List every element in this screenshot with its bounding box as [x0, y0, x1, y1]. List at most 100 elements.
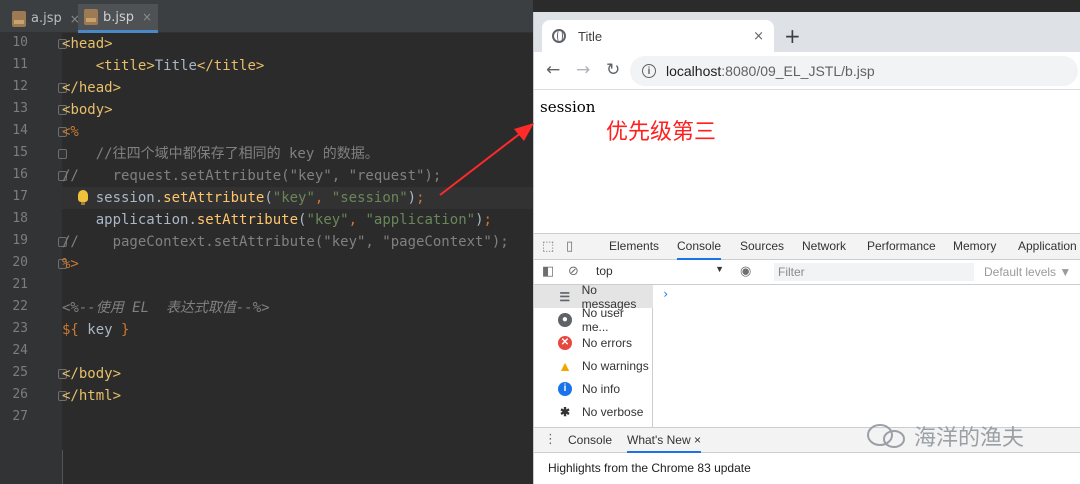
line-number: 27 [12, 409, 28, 424]
devtools-tab-bar: ⬚ ▯ Elements Console Sources Network Per… [534, 234, 1080, 260]
line-number: 25 [12, 365, 28, 380]
devtools-tab-sources[interactable]: Sources [740, 234, 784, 260]
browser-window: Title × + ← → ↻ i localhost:8080/09_EL_J… [533, 12, 1080, 484]
lightbulb-icon[interactable] [78, 190, 88, 205]
bug-icon: ✱ [559, 404, 571, 419]
watermark: 海洋的渔夫 [866, 420, 1024, 452]
code-line[interactable]: <head> [62, 33, 533, 55]
devtools-tab-console[interactable]: Console [677, 234, 722, 260]
code-line[interactable] [62, 407, 533, 429]
line-number: 21 [12, 277, 28, 292]
line-number: 23 [12, 321, 28, 336]
close-icon[interactable]: × [753, 29, 764, 44]
eye-icon[interactable]: ◉ [740, 264, 751, 279]
sidebar-item-verbose[interactable]: ✱ No verbose [534, 400, 653, 423]
filter-input[interactable]: Filter [774, 263, 974, 281]
line-number: 17 [12, 189, 28, 204]
page-output-text: session [540, 98, 596, 116]
browser-tab-title: Title [578, 28, 603, 44]
device-toolbar-icon[interactable]: ▯ [566, 239, 573, 254]
info-icon[interactable]: i [642, 64, 656, 78]
line-number: 24 [12, 343, 28, 358]
new-tab-button[interactable]: + [784, 24, 801, 48]
code-line[interactable]: // pageContext.setAttribute("key", "page… [62, 231, 533, 253]
browser-toolbar: ← → ↻ i localhost:8080/09_EL_JSTL/b.jsp [534, 52, 1080, 90]
info-icon: i [558, 381, 572, 396]
line-number: 20 [12, 255, 28, 270]
line-number: 11 [12, 57, 28, 72]
line-number: 18 [12, 211, 28, 226]
browser-tab-strip: Title × + [534, 12, 1080, 52]
code-line[interactable]: </head> [62, 77, 533, 99]
code-line[interactable] [62, 275, 533, 297]
code-editor: a.jsp × b.jsp × 10 11 12 13 14 15 16 17 … [0, 0, 533, 484]
sidebar-item-errors[interactable]: ✕ No errors [534, 331, 653, 354]
code-line[interactable]: ${ key } [62, 319, 533, 341]
code-line[interactable] [62, 341, 533, 363]
whats-new-message[interactable]: Highlights from the Chrome 83 update [548, 461, 751, 475]
sidebar-item-info[interactable]: i No info [534, 377, 653, 400]
dropdown-arrow-icon: ▼ [715, 264, 724, 274]
console-output[interactable]: › [654, 285, 1080, 427]
sidebar-toggle-icon[interactable]: ◧ [542, 264, 554, 279]
warning-icon: ▲ [558, 357, 572, 374]
console-toolbar: ◧ ⊘ top ▼ ◉ Filter Default levels ▼ [534, 260, 1080, 285]
context-selector[interactable]: top ▼ [596, 264, 724, 280]
error-icon: ✕ [558, 335, 572, 350]
code-area[interactable]: <head> <title>Title</title> </head> <bod… [62, 33, 533, 484]
sidebar-item-warnings[interactable]: ▲ No warnings [534, 354, 653, 377]
line-number: 16 [12, 167, 28, 182]
list-icon: ☰ [559, 289, 571, 304]
jsp-file-icon [84, 9, 98, 25]
log-levels-dropdown[interactable]: Default levels ▼ [984, 265, 1071, 279]
line-number: 12 [12, 79, 28, 94]
close-icon[interactable]: × [694, 433, 701, 447]
editor-tab-b-jsp[interactable]: b.jsp × [78, 4, 159, 33]
code-line[interactable]: <%--使用 EL 表达式取值--%> [62, 297, 533, 319]
devtools-tab-application[interactable]: Application [1018, 234, 1077, 260]
editor-tab-label: a.jsp [31, 11, 62, 26]
code-line[interactable]: application.setAttribute("key", "applica… [62, 209, 533, 231]
code-line[interactable]: %> [62, 253, 533, 275]
code-line[interactable]: </html> [62, 385, 533, 407]
drawer-tab-console[interactable]: Console [568, 428, 612, 453]
forward-button[interactable]: → [576, 60, 590, 80]
browser-tab[interactable]: Title × [542, 20, 774, 52]
inspect-element-icon[interactable]: ⬚ [542, 239, 554, 254]
jsp-file-icon [12, 10, 26, 27]
line-number: 19 [12, 233, 28, 248]
line-number: 14 [12, 123, 28, 138]
annotation-arrow [439, 123, 534, 196]
url-text: localhost:8080/09_EL_JSTL/b.jsp [666, 63, 875, 79]
globe-icon [552, 29, 566, 43]
reload-button[interactable]: ↻ [606, 60, 620, 80]
devtools-tab-performance[interactable]: Performance [867, 234, 936, 260]
close-icon[interactable]: × [142, 10, 152, 24]
editor-tab-bar: a.jsp × b.jsp × [0, 0, 533, 33]
editor-tab-a-jsp[interactable]: a.jsp × [6, 4, 86, 33]
clear-console-icon[interactable]: ⊘ [568, 264, 579, 279]
console-sidebar: ☰ No messages ● No user me... ✕ No error… [534, 283, 653, 427]
line-number: 22 [12, 299, 28, 314]
watermark-text: 海洋的渔夫 [914, 426, 1025, 451]
code-line[interactable]: <title>Title</title> [62, 55, 533, 77]
address-bar[interactable]: i localhost:8080/09_EL_JSTL/b.jsp [630, 56, 1078, 86]
code-line[interactable]: </body> [62, 363, 533, 385]
devtools-tab-network[interactable]: Network [802, 234, 846, 260]
sidebar-item-user-messages[interactable]: ● No user me... [534, 306, 653, 334]
user-icon: ● [558, 312, 572, 327]
line-number: 26 [12, 387, 28, 402]
back-button[interactable]: ← [546, 60, 560, 80]
line-number: 13 [12, 101, 28, 116]
drawer-tab-whats-new[interactable]: What's New × [627, 428, 701, 453]
annotation-label: 优先级第三 [606, 120, 717, 145]
editor-tab-label: b.jsp [103, 9, 135, 25]
line-number-gutter: 10 11 12 13 14 15 16 17 18 19 20 21 22 2… [0, 33, 67, 484]
page-viewport: session 优先级第三 [534, 90, 1080, 233]
devtools-tab-memory[interactable]: Memory [953, 234, 996, 260]
devtools-tab-elements[interactable]: Elements [609, 234, 659, 260]
wechat-logo-icon [867, 424, 905, 448]
drawer-body: Highlights from the Chrome 83 update [534, 453, 1080, 484]
console-prompt[interactable]: › [662, 287, 669, 301]
more-options-icon[interactable]: ⋮ [544, 432, 557, 447]
